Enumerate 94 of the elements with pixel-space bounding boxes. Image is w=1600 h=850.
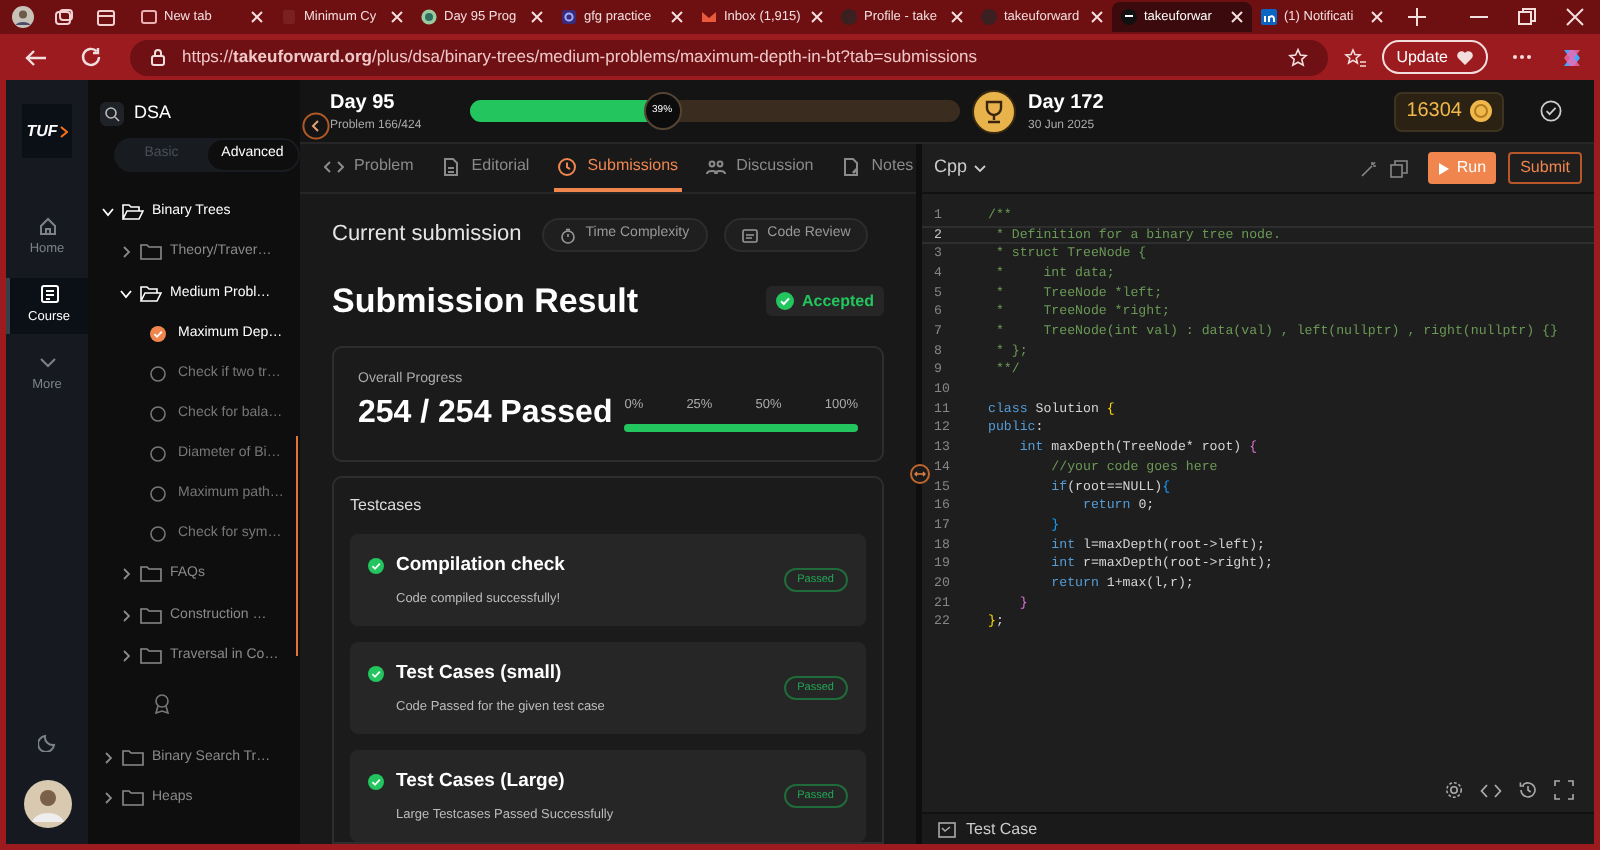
panel-tab[interactable]: Problem xyxy=(320,144,418,192)
code-icon xyxy=(324,157,344,175)
language-dropdown[interactable]: Cpp xyxy=(934,154,986,182)
folder-icon xyxy=(140,566,162,583)
resize-handle-icon[interactable] xyxy=(910,464,930,484)
update-button[interactable]: Update xyxy=(1382,40,1488,74)
check-circle-icon[interactable] xyxy=(1540,100,1562,122)
panel-tab[interactable]: Editorial xyxy=(437,144,534,192)
card-label: Testcases xyxy=(350,494,424,518)
passed-count: 254 / 254 Passed xyxy=(358,394,613,434)
new-tab-icon[interactable] xyxy=(1408,8,1426,26)
folder-icon xyxy=(140,648,162,665)
close-icon xyxy=(250,10,264,24)
favicon-icon xyxy=(980,8,998,26)
panel-tab[interactable]: Discussion xyxy=(702,144,818,192)
settings-icon[interactable] xyxy=(1444,780,1464,800)
test-case-tab[interactable]: Test Case xyxy=(922,812,1594,844)
folder-icon xyxy=(122,790,144,807)
favicon-icon xyxy=(840,8,858,26)
folder-icon xyxy=(140,607,162,624)
open-folder-icon xyxy=(122,203,144,220)
check-circle-icon xyxy=(775,292,794,311)
workspaces-icon[interactable] xyxy=(54,7,74,27)
home-icon xyxy=(37,216,57,237)
history-icon[interactable] xyxy=(1518,780,1538,800)
close-icon xyxy=(810,10,824,24)
favicon-icon xyxy=(420,8,438,26)
heart-icon xyxy=(1456,49,1474,65)
book-icon xyxy=(39,284,59,305)
status-badge: Accepted xyxy=(765,286,884,317)
avatar[interactable] xyxy=(23,780,71,828)
copy-icon[interactable] xyxy=(1390,159,1409,177)
profile-avatar-icon xyxy=(12,6,34,28)
tab-actions-icon[interactable] xyxy=(96,7,116,27)
close-icon xyxy=(950,10,964,24)
coin-icon xyxy=(1470,100,1492,122)
open-folder-icon xyxy=(140,285,162,302)
people-icon xyxy=(706,157,727,175)
more-icon[interactable] xyxy=(1512,54,1532,60)
favorites-icon[interactable] xyxy=(1344,47,1367,67)
favicon-icon xyxy=(1120,8,1138,26)
moon-icon[interactable] xyxy=(37,732,57,752)
close-icon xyxy=(530,10,544,24)
chevron-icon xyxy=(59,125,68,137)
close-icon[interactable] xyxy=(1566,8,1584,26)
panel-tab[interactable]: Submissions xyxy=(553,144,683,192)
close-icon xyxy=(390,10,404,24)
submit-button[interactable]: Submit xyxy=(1508,152,1582,184)
logo: TUF xyxy=(22,104,72,158)
panel-tab[interactable]: Notes xyxy=(837,144,918,192)
fullscreen-icon[interactable] xyxy=(1554,780,1574,800)
favicon-icon xyxy=(140,8,158,26)
play-icon xyxy=(1438,161,1451,175)
back-circle-icon[interactable] xyxy=(302,112,330,140)
result-title: Submission Result xyxy=(332,280,639,324)
terminal-icon xyxy=(938,821,956,837)
folder-icon xyxy=(140,244,162,261)
back-icon[interactable] xyxy=(24,47,48,67)
favicon-icon xyxy=(700,8,718,26)
testcase-title: Test Cases (small) xyxy=(396,659,562,687)
current-day: Day 95 xyxy=(330,87,470,117)
favicon-icon xyxy=(560,8,578,26)
points-badge: 16304 xyxy=(1394,91,1504,131)
check-circle-icon xyxy=(368,773,384,790)
close-icon xyxy=(670,10,684,24)
folder-icon xyxy=(122,749,144,766)
lock-icon xyxy=(150,48,166,66)
search-query[interactable]: DSA xyxy=(134,100,172,127)
testcase-title: Test Cases (Large) xyxy=(396,767,565,795)
star-icon[interactable] xyxy=(1288,47,1309,67)
chevron-down-icon xyxy=(973,163,986,173)
search-icon[interactable] xyxy=(100,101,124,126)
testcase-title: Compilation check xyxy=(396,551,565,579)
close-icon xyxy=(1090,10,1104,24)
stopwatch-icon xyxy=(559,227,576,243)
award-icon xyxy=(154,693,170,713)
document-icon xyxy=(441,157,462,175)
goal-day: Day 172 xyxy=(1028,87,1104,117)
section-heading: Current submission xyxy=(332,220,522,251)
clock-icon xyxy=(557,157,578,175)
check-circle-icon xyxy=(368,665,384,682)
wand-icon[interactable] xyxy=(1360,159,1379,177)
code-icon[interactable] xyxy=(1480,781,1502,799)
document-icon xyxy=(741,227,758,243)
chevron-down-icon xyxy=(37,352,57,373)
restore-icon[interactable] xyxy=(1518,8,1536,26)
check-circle-icon xyxy=(368,557,384,574)
address-field[interactable]: https://takeuforward.org/plus/dsa/binary-trees/medium-problems/maximum-depth-in-bt?tab=submissions xyxy=(130,39,1329,75)
trophy-icon xyxy=(972,89,1016,133)
close-icon xyxy=(1230,10,1244,24)
note-icon xyxy=(841,157,862,175)
reload-icon[interactable] xyxy=(80,46,102,68)
close-icon xyxy=(1370,10,1384,24)
favicon-icon xyxy=(1260,8,1278,26)
